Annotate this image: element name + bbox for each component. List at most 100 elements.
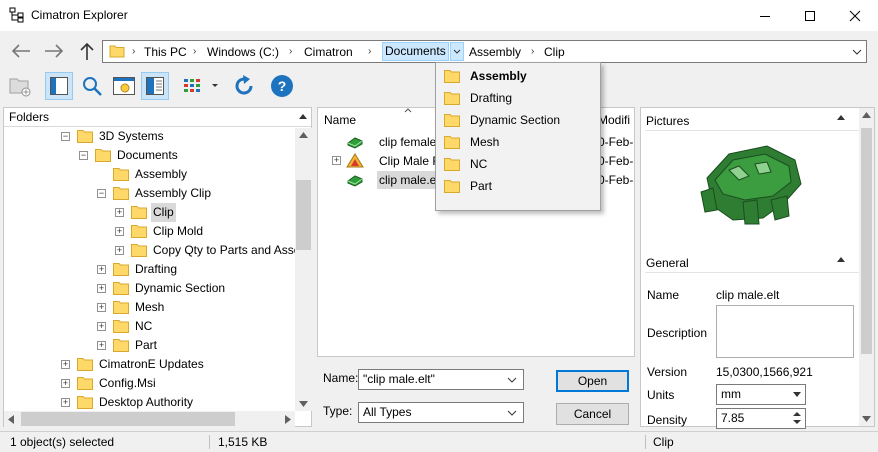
- tree-item-clip[interactable]: + Clip: [4, 203, 296, 222]
- search-button[interactable]: [78, 72, 106, 100]
- collapse-up-icon[interactable]: [298, 112, 308, 120]
- units-value: mm: [721, 387, 741, 401]
- tree-item-label: Mesh: [135, 300, 165, 314]
- back-button[interactable]: [8, 38, 34, 64]
- menu-item-mesh[interactable]: Mesh: [436, 131, 600, 153]
- expand-toggle[interactable]: +: [97, 303, 106, 312]
- help-button[interactable]: ?: [268, 72, 296, 100]
- expand-toggle[interactable]: +: [97, 284, 106, 293]
- collapse-up-icon[interactable]: [836, 255, 846, 263]
- scroll-down-icon[interactable]: [862, 416, 871, 422]
- tree-item-cimatrone-updates[interactable]: + CimatronE Updates: [4, 355, 296, 374]
- tree-item-label: Dynamic Section: [135, 281, 226, 295]
- menu-item-drafting[interactable]: Drafting: [436, 87, 600, 109]
- menu-item-dynamic-section[interactable]: Dynamic Section: [436, 109, 600, 131]
- expand-toggle[interactable]: +: [332, 156, 341, 165]
- cancel-button[interactable]: Cancel: [556, 403, 629, 425]
- tree-item-desktop-authority[interactable]: + Desktop Authority: [4, 393, 296, 412]
- breadcrumb-dropdown-button[interactable]: [450, 42, 464, 61]
- collapse-toggle[interactable]: −: [61, 132, 70, 141]
- expand-toggle[interactable]: +: [115, 246, 124, 255]
- close-button[interactable]: [832, 0, 877, 31]
- name-label: Name:: [323, 371, 359, 385]
- properties-panel: Pictures General Name clip male.elt Desc…: [640, 107, 875, 429]
- column-header-name[interactable]: Name: [324, 113, 356, 127]
- column-header-modified[interactable]: Modifi: [598, 113, 630, 127]
- preview-button[interactable]: [110, 72, 138, 100]
- properties-scrollbar[interactable]: [859, 108, 874, 426]
- scroll-right-icon[interactable]: [285, 415, 291, 424]
- collapse-toggle[interactable]: −: [97, 189, 106, 198]
- spin-arrows-icon[interactable]: [793, 411, 801, 425]
- scroll-left-icon[interactable]: [8, 415, 14, 424]
- tree-item-copy-qty[interactable]: + Copy Qty to Parts and Asse: [4, 241, 296, 260]
- svg-text:?: ?: [278, 78, 287, 94]
- expand-toggle[interactable]: +: [61, 398, 70, 407]
- description-field[interactable]: [716, 305, 854, 358]
- expand-toggle[interactable]: +: [115, 227, 124, 236]
- expand-toggle[interactable]: +: [97, 341, 106, 350]
- tree-item-nc[interactable]: + NC: [4, 317, 296, 336]
- folder-icon: [113, 263, 129, 276]
- menu-item-nc[interactable]: NC: [436, 153, 600, 175]
- folders-pane-toggle[interactable]: [45, 72, 73, 100]
- tree-item-drafting[interactable]: + Drafting: [4, 260, 296, 279]
- scroll-up-icon[interactable]: [299, 132, 308, 138]
- tree-item-3d-systems[interactable]: − 3D Systems: [4, 127, 296, 146]
- file-name-value: "clip male.elt": [363, 372, 435, 386]
- breadcrumb-assembly[interactable]: Assembly: [469, 44, 521, 60]
- details-pane-icon: [146, 77, 164, 95]
- sort-up-icon: [404, 108, 412, 113]
- refresh-button[interactable]: [230, 72, 258, 100]
- breadcrumb-documents[interactable]: Documents: [382, 42, 449, 61]
- scroll-up-icon[interactable]: [862, 112, 871, 118]
- breadcrumb-dropdown-menu: Assembly Drafting Dynamic Section Mesh N…: [435, 62, 601, 211]
- file-type-select[interactable]: All Types: [358, 402, 524, 423]
- tree-item-clip-mold[interactable]: + Clip Mold: [4, 222, 296, 241]
- folders-vertical-scrollbar[interactable]: [295, 128, 312, 411]
- density-spinbox[interactable]: 7.85: [716, 408, 806, 429]
- tree-item-part[interactable]: + Part: [4, 336, 296, 355]
- scroll-thumb[interactable]: [296, 180, 311, 250]
- tree-item-config-msi[interactable]: + Config.Msi: [4, 374, 296, 393]
- up-button[interactable]: [74, 38, 100, 64]
- tree-item-documents[interactable]: − Documents: [4, 146, 296, 165]
- forward-button[interactable]: [41, 38, 67, 64]
- scroll-thumb[interactable]: [21, 412, 235, 426]
- collapse-up-icon[interactable]: [836, 113, 846, 121]
- tree-item-mesh[interactable]: + Mesh: [4, 298, 296, 317]
- open-button[interactable]: Open: [556, 370, 629, 392]
- menu-item-label: Assembly: [470, 69, 527, 83]
- file-name: Clip Male F: [379, 154, 436, 168]
- app-tree-icon: [9, 7, 24, 23]
- status-bar: 1 object(s) selected 1,515 KB Clip: [0, 431, 878, 451]
- expand-toggle[interactable]: +: [97, 322, 106, 331]
- part-preview-image: [700, 145, 802, 225]
- breadcrumb-clip[interactable]: Clip: [544, 44, 565, 60]
- new-folder-button[interactable]: [6, 72, 34, 100]
- tree-item-assembly[interactable]: Assembly: [4, 165, 296, 184]
- expand-toggle[interactable]: +: [61, 379, 70, 388]
- chevron-down-icon[interactable]: [852, 49, 862, 55]
- details-pane-toggle[interactable]: [141, 72, 169, 100]
- tree-item-dynamic-section[interactable]: + Dynamic Section: [4, 279, 296, 298]
- scroll-thumb[interactable]: [861, 128, 872, 354]
- view-mode-dropdown[interactable]: [180, 72, 222, 100]
- maximize-button[interactable]: [787, 0, 832, 31]
- menu-item-part[interactable]: Part: [436, 175, 600, 197]
- breadcrumb-windows-c[interactable]: Windows (C:): [207, 44, 279, 60]
- breadcrumb-this-pc[interactable]: This PC: [144, 44, 187, 60]
- expand-toggle[interactable]: +: [61, 360, 70, 369]
- address-bar[interactable]: › This PC › Windows (C:) › Cimatron › Do…: [102, 40, 867, 63]
- expand-toggle[interactable]: +: [97, 265, 106, 274]
- expand-toggle[interactable]: +: [115, 208, 124, 217]
- folders-horizontal-scrollbar[interactable]: [4, 411, 295, 427]
- tree-item-assembly-clip[interactable]: − Assembly Clip: [4, 184, 296, 203]
- breadcrumb-cimatron[interactable]: Cimatron: [304, 44, 353, 60]
- minimize-button[interactable]: [742, 0, 787, 31]
- scroll-down-icon[interactable]: [299, 401, 308, 407]
- collapse-toggle[interactable]: −: [79, 151, 88, 160]
- menu-item-assembly[interactable]: Assembly: [436, 65, 600, 87]
- units-select[interactable]: mm: [716, 384, 806, 405]
- file-name-combobox[interactable]: "clip male.elt": [358, 369, 524, 390]
